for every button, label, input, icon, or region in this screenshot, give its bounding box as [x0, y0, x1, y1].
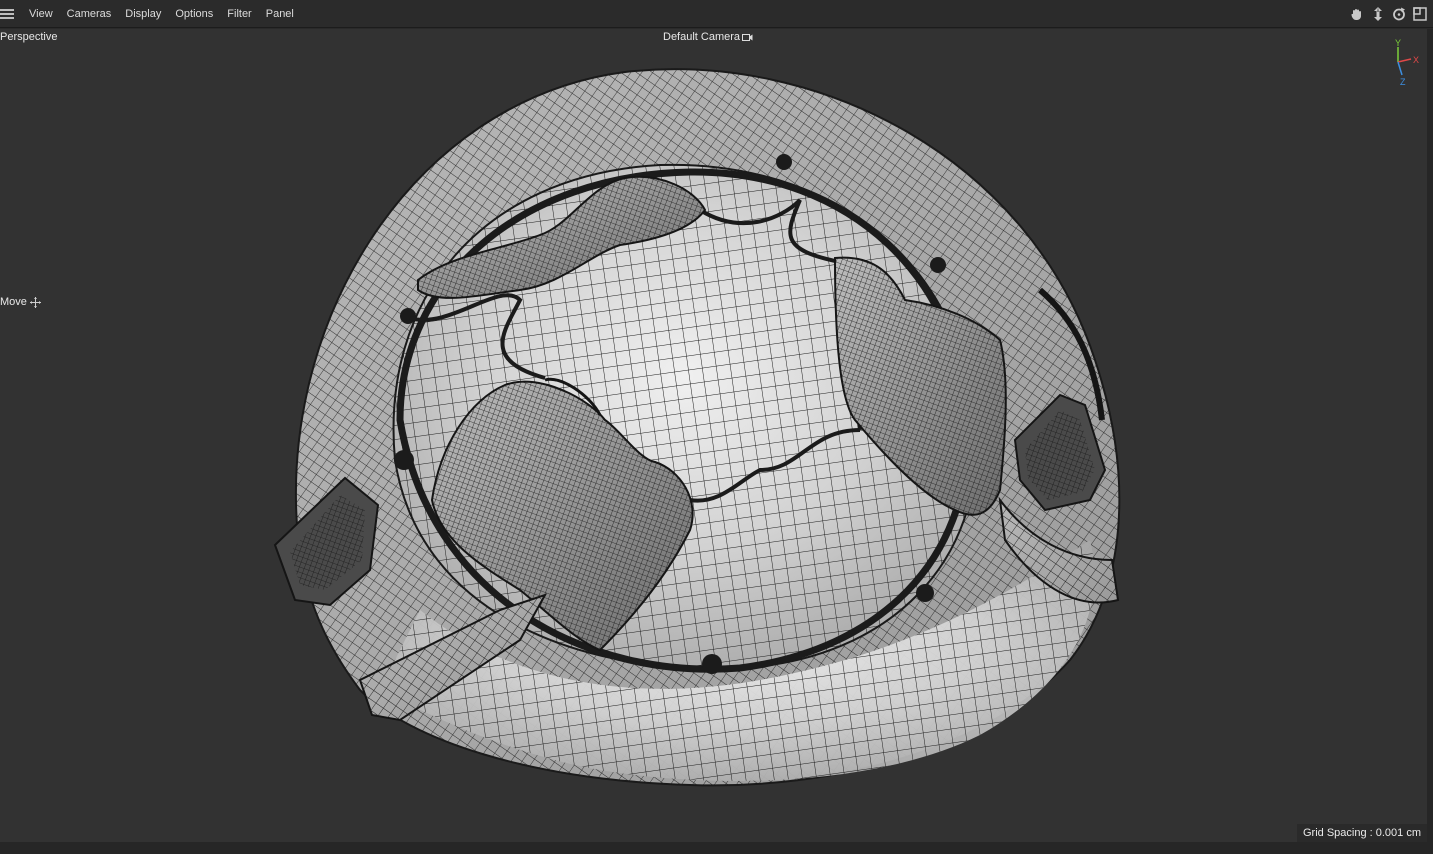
axis-x-label: X	[1413, 55, 1419, 65]
active-tool-indicator: Move	[0, 296, 41, 308]
rotate-icon[interactable]	[1391, 6, 1406, 21]
projection-label[interactable]: Perspective	[0, 31, 57, 43]
move-tool-label: Move	[0, 296, 27, 308]
menu-filter[interactable]: Filter	[220, 0, 258, 28]
axis-gizmo: Y X Z	[1389, 37, 1423, 89]
viewport-menubar: View Cameras Display Options Filter Pane…	[0, 0, 1433, 28]
viewport-nav-icons	[1349, 6, 1427, 21]
move-arrows-icon[interactable]	[1370, 6, 1385, 21]
move-cross-icon	[29, 296, 41, 308]
camera-icon	[742, 33, 753, 41]
hand-pan-icon[interactable]	[1349, 6, 1364, 21]
menu-panel[interactable]: Panel	[259, 0, 301, 28]
menu-display[interactable]: Display	[118, 0, 168, 28]
menu-view[interactable]: View	[22, 0, 60, 28]
camera-selector[interactable]: Default Camera	[663, 31, 753, 43]
menu-options[interactable]: Options	[168, 0, 220, 28]
axis-z-label: Z	[1400, 77, 1406, 87]
viewport-right-border	[1427, 29, 1433, 854]
3d-viewport[interactable]: Perspective Default Camera Move Y X Z Gr…	[0, 29, 1427, 842]
helmet-wireframe-render[interactable]	[0, 29, 1427, 842]
menu-cameras[interactable]: Cameras	[60, 0, 119, 28]
axis-y-label: Y	[1395, 38, 1401, 48]
grid-spacing-readout: Grid Spacing : 0.001 cm	[1296, 824, 1427, 842]
hamburger-menu-icon[interactable]	[0, 8, 14, 19]
viewport-bottom-border	[0, 842, 1433, 854]
camera-label: Default Camera	[663, 31, 741, 43]
maximize-view-icon[interactable]	[1412, 6, 1427, 21]
